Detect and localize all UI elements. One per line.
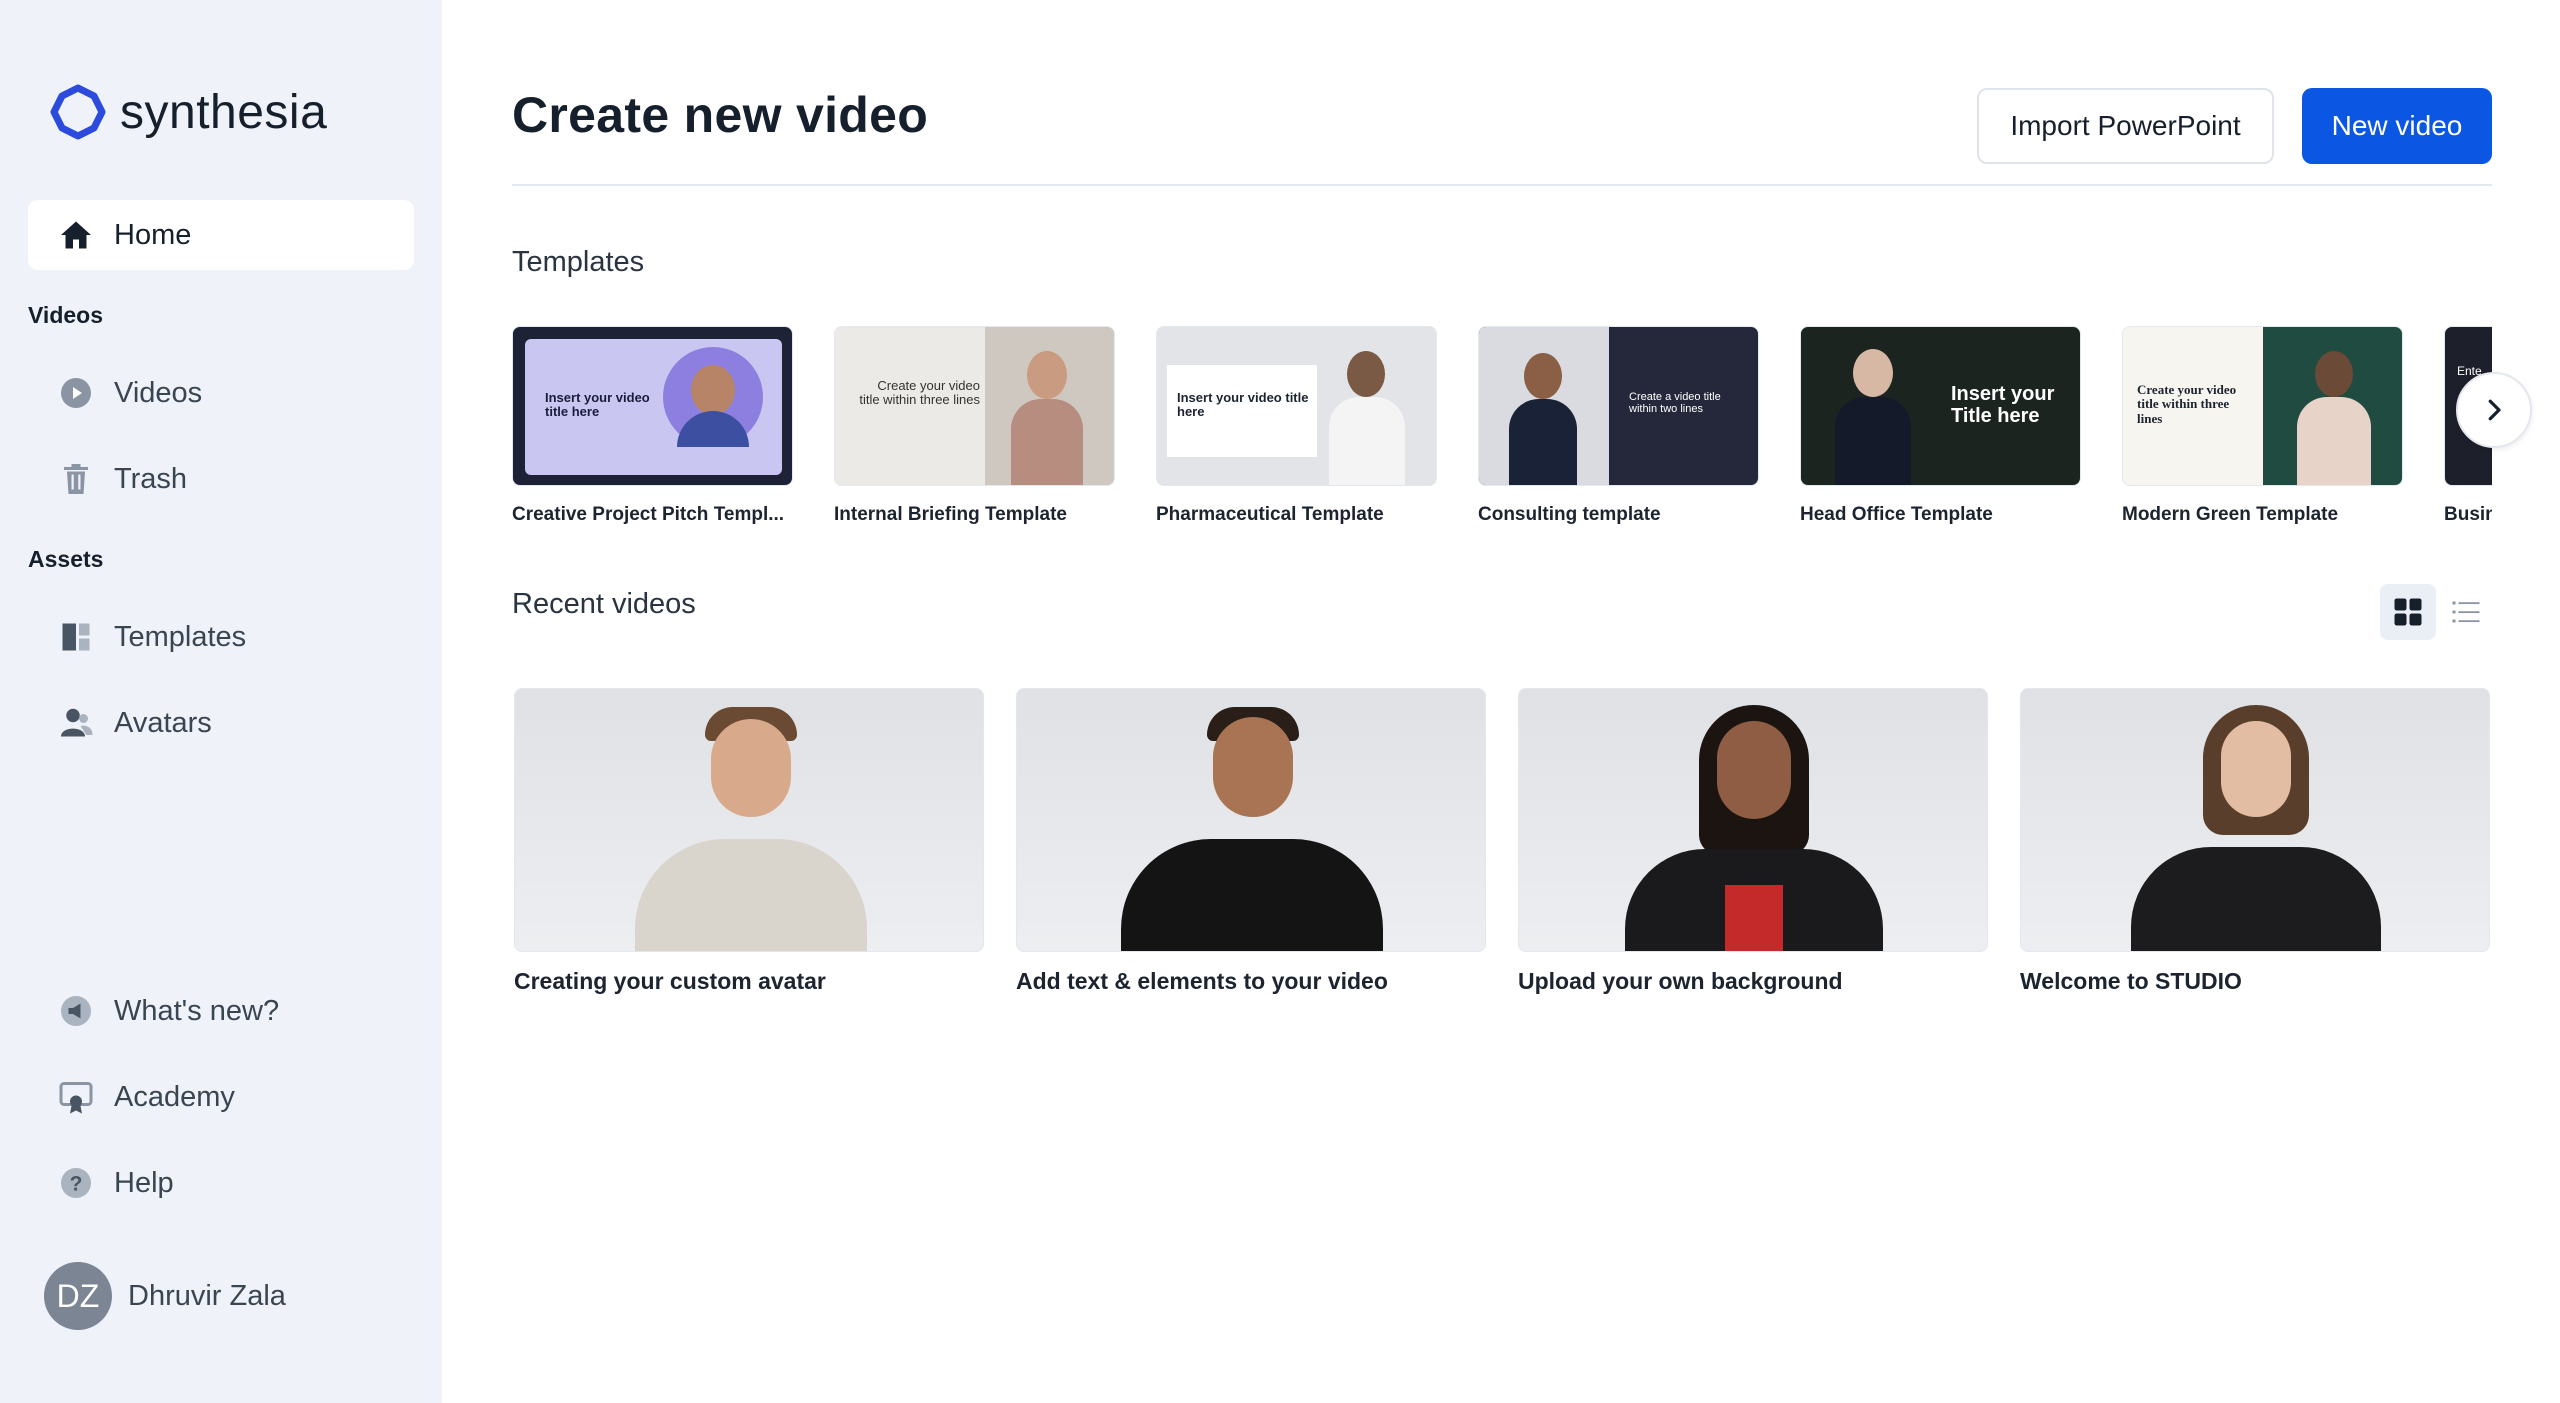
template-label: Modern Green Template bbox=[2122, 504, 2339, 525]
sidebar-item-academy[interactable]: Academy bbox=[28, 1062, 414, 1132]
section-label-assets: Assets bbox=[28, 546, 104, 572]
template-thumbnail: Insert your video title here bbox=[1156, 326, 1437, 486]
template-thumbnail: Create your video title within three lin… bbox=[834, 326, 1115, 486]
avatars-icon bbox=[58, 705, 94, 741]
divider bbox=[512, 184, 2492, 186]
sidebar-item-label: Trash bbox=[114, 462, 188, 495]
sidebar-item-videos[interactable]: Videos bbox=[28, 358, 414, 428]
megaphone-icon bbox=[58, 993, 94, 1029]
template-card[interactable]: Create your video title within three lin… bbox=[2122, 326, 2407, 526]
templates-carousel: Insert your video title here Creative Pr… bbox=[512, 326, 2492, 536]
template-thumb-text: Create a video title within two lines bbox=[1629, 391, 1721, 416]
user-name: Dhruvir Zala bbox=[128, 1279, 286, 1312]
avatar: DZ bbox=[44, 1262, 112, 1330]
import-powerpoint-button[interactable]: Import PowerPoint bbox=[1977, 88, 2274, 164]
video-title: Creating your custom avatar bbox=[514, 968, 826, 994]
sidebar-item-label: Templates bbox=[114, 620, 247, 653]
video-card[interactable]: Add text & elements to your video bbox=[1016, 688, 1486, 995]
template-thumb-text: Create your video title within three lin… bbox=[2137, 382, 2237, 426]
main-content: Create new video Import PowerPoint New v… bbox=[442, 0, 2560, 1403]
sidebar-item-label: Help bbox=[114, 1166, 174, 1199]
home-icon bbox=[58, 217, 94, 253]
template-label: Consulting template bbox=[1478, 504, 1661, 525]
synthesia-logo-icon bbox=[50, 84, 106, 140]
help-icon: ? bbox=[58, 1165, 94, 1201]
video-thumbnail bbox=[1016, 688, 1486, 952]
sidebar: synthesia Home Videos Videos Trash Asset… bbox=[0, 0, 442, 1403]
template-label: Busine bbox=[2444, 504, 2492, 525]
template-thumbnail: Create a video title within two lines bbox=[1478, 326, 1759, 486]
video-card[interactable]: Welcome to STUDIO bbox=[2020, 688, 2490, 995]
video-title: Welcome to STUDIO bbox=[2020, 968, 2242, 994]
play-circle-icon bbox=[58, 375, 94, 411]
templates-icon bbox=[58, 619, 94, 655]
list-view-toggle[interactable] bbox=[2438, 584, 2494, 640]
template-card[interactable]: Create your video title within three lin… bbox=[834, 326, 1119, 526]
template-thumbnail: Insert your video title here bbox=[512, 326, 793, 486]
video-card[interactable]: Creating your custom avatar bbox=[514, 688, 984, 995]
chevron-right-icon bbox=[2488, 399, 2501, 421]
user-menu[interactable]: DZ Dhruvir Zala bbox=[44, 1262, 286, 1330]
sidebar-item-label: Videos bbox=[114, 376, 203, 409]
new-video-button[interactable]: New video bbox=[2302, 88, 2492, 164]
video-thumbnail bbox=[514, 688, 984, 952]
brand-name: synthesia bbox=[120, 85, 328, 139]
video-title: Upload your own background bbox=[1518, 968, 1843, 994]
template-thumb-text: Insert your video title here bbox=[545, 390, 650, 420]
video-card[interactable]: Upload your own background bbox=[1518, 688, 1988, 995]
sidebar-item-avatars[interactable]: Avatars bbox=[28, 688, 414, 758]
section-label-videos: Videos bbox=[28, 302, 103, 328]
certificate-icon bbox=[58, 1079, 94, 1115]
template-thumb-text: Insert your Title here bbox=[1951, 383, 2055, 427]
sidebar-item-whats-new[interactable]: What's new? bbox=[28, 976, 414, 1046]
grid-view-toggle[interactable] bbox=[2380, 584, 2436, 640]
carousel-next-button[interactable] bbox=[2456, 372, 2532, 448]
page-title: Create new video bbox=[512, 87, 929, 143]
template-card[interactable]: Insert your Title here Head Office Templ… bbox=[1800, 326, 2085, 526]
template-thumb-text: Create your video title within three lin… bbox=[859, 378, 980, 408]
sidebar-item-home[interactable]: Home bbox=[28, 200, 414, 270]
sidebar-item-label: Avatars bbox=[114, 706, 212, 739]
sidebar-item-templates[interactable]: Templates bbox=[28, 602, 414, 672]
video-thumbnail bbox=[1518, 688, 1988, 952]
trash-icon bbox=[58, 461, 94, 497]
sidebar-item-trash[interactable]: Trash bbox=[28, 444, 414, 514]
brand-logo[interactable]: synthesia bbox=[48, 82, 327, 142]
template-card[interactable]: Create a video title within two lines Co… bbox=[1478, 326, 1763, 526]
template-label: Creative Project Pitch Templ... bbox=[512, 504, 785, 525]
svg-text:?: ? bbox=[70, 1173, 83, 1196]
video-thumbnail bbox=[2020, 688, 2490, 952]
sidebar-item-label: What's new? bbox=[114, 994, 280, 1027]
templates-section-title: Templates bbox=[512, 246, 645, 278]
video-title: Add text & elements to your video bbox=[1016, 968, 1388, 994]
sidebar-item-label: Academy bbox=[114, 1080, 235, 1113]
template-label: Internal Briefing Template bbox=[834, 504, 1067, 525]
template-label: Pharmaceutical Template bbox=[1156, 504, 1384, 525]
recent-videos-title: Recent videos bbox=[512, 588, 696, 620]
template-thumbnail: Insert your Title here bbox=[1800, 326, 2081, 486]
template-thumbnail: Create your video title within three lin… bbox=[2122, 326, 2403, 486]
sidebar-item-label: Home bbox=[114, 218, 192, 251]
grid-icon bbox=[2394, 598, 2422, 626]
sidebar-item-help[interactable]: ? Help bbox=[28, 1148, 414, 1218]
template-card[interactable]: Insert your video title here Creative Pr… bbox=[512, 326, 797, 526]
template-thumb-text: Insert your video title here bbox=[1177, 390, 1309, 420]
template-card[interactable]: Insert your video title here Pharmaceuti… bbox=[1156, 326, 1441, 526]
template-label: Head Office Template bbox=[1800, 504, 1993, 525]
list-icon bbox=[2452, 601, 2480, 623]
